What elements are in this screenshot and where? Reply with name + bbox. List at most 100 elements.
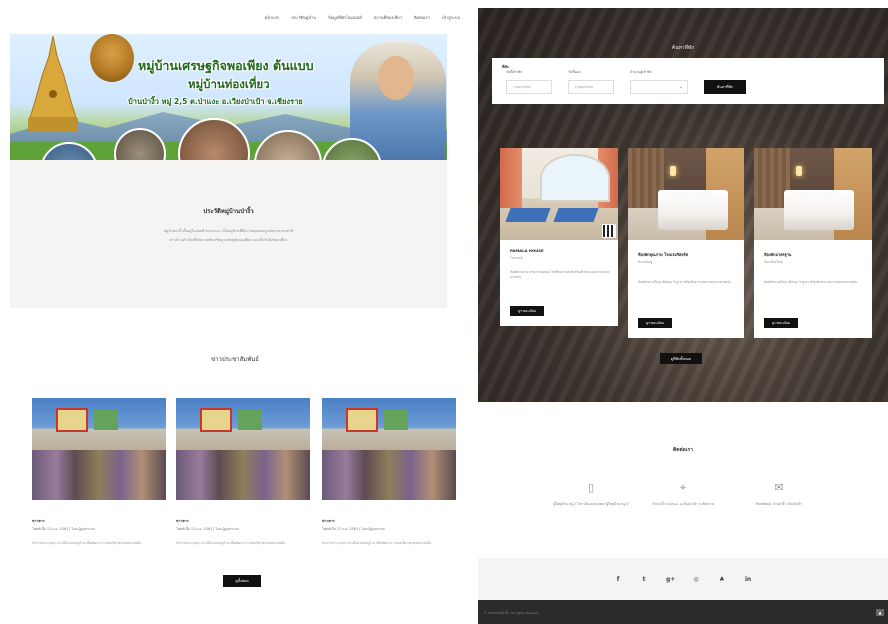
photo-board [200, 408, 232, 432]
photo-window [540, 154, 610, 202]
more-rooms-button[interactable]: ดูที่พักทั้งหมด [660, 353, 702, 364]
twitter-icon[interactable]: t [640, 576, 648, 583]
photo-curtain [500, 148, 522, 208]
room-search-form: ที่พัก วันที่เข้าพัก วว/ดด/ปปปป วันที่ออ… [492, 58, 884, 104]
news-photo[interactable] [176, 398, 310, 500]
room-detail-button[interactable]: ดูรายละเอียด [638, 318, 672, 328]
nav-item-login[interactable]: เข้าสู่ระบบ [442, 14, 460, 21]
room-description: ห้องพักขนาดใหญ่ เตียงนุ่ม วิวภูเขา พร้อม… [638, 280, 732, 284]
room-name: ห้องพักคุณภาพ โรงแรมรีสอร์ท [638, 252, 689, 257]
rooms-hero: ค้นหาที่พัก ที่พัก วันที่เข้าพัก วว/ดด/ป… [478, 8, 888, 402]
contact-text: บ้านป่างิ้ว ต.ป่าแงะ อ.เวียงป่าเป้า จ.เช… [652, 502, 714, 506]
room-photo[interactable] [754, 148, 872, 240]
news-excerpt: กิจกรรมประชุมประจำเดือนของหมู่บ้าน เพื่อ… [322, 541, 432, 545]
room-detail-button[interactable]: ดูรายละเอียด [510, 306, 544, 316]
room-card[interactable]: ห้องพักคุณภาพ โรงแรมรีสอร์ท ห้องเตียงคู่… [628, 148, 744, 338]
banner-title-line1: หมู่บ้านเศรษฐกิจพอเพียง ต้นแบบ [138, 58, 314, 73]
location-icon: ⌖ [679, 481, 687, 494]
photo-pillow [668, 192, 688, 200]
news-meta: โพสต์เมื่อ 12 ก.ย. 2561 | โดย ผู้ดูแลระบ… [32, 527, 95, 531]
contact-section: ติดต่อเรา ▯ ผู้ใหญ่บ้าน หมู่ 2 โทร 08x-x… [478, 402, 888, 558]
portrait-face [378, 56, 414, 100]
instagram-icon[interactable]: ◎ [692, 576, 700, 583]
contact-title: ติดต่อเรา [673, 447, 693, 453]
news-photo[interactable] [322, 398, 456, 500]
chevron-down-icon: ⌄ [678, 84, 683, 90]
room-type: ห้องเตียงคู่ [638, 260, 653, 264]
photo-crowd [322, 450, 456, 500]
search-heading: ค้นหาที่พัก [671, 45, 695, 51]
history-text: ชาวบ้านดำเนินชีวิตตามหลักปรัชญาเศรษฐกิจพ… [169, 238, 288, 242]
photo-crowd [176, 450, 310, 500]
tripadvisor-icon[interactable]: ♣ [718, 576, 726, 583]
photo-board [94, 410, 118, 430]
search-button[interactable]: ค้นหาที่พัก [704, 80, 746, 94]
room-photo[interactable] [628, 148, 744, 240]
google-plus-icon[interactable]: g+ [666, 576, 675, 583]
news-meta: โพสต์เมื่อ 12 ก.ย. 2561 | โดย ผู้ดูแลระบ… [176, 527, 239, 531]
back-to-top-icon[interactable]: ▲ [876, 609, 884, 616]
photo-board [56, 408, 88, 432]
news-category: ข่าวสาร [176, 519, 189, 523]
news-more-button[interactable]: ดูทั้งหมด [223, 575, 261, 587]
banner-title-line3: บ้านป่างิ้ว หมู่ 2,5 ต.ป่าแงะ อ.เวียงป่า… [128, 97, 303, 106]
hero-banner: หมู่บ้านเศรษฐกิจพอเพียง ต้นแบบ หมู่บ้านท… [10, 34, 447, 160]
news-excerpt: กิจกรรมประชุมประจำเดือนของหมู่บ้าน เพื่อ… [32, 541, 142, 545]
news-card[interactable]: ข่าวสาร โพสต์เมื่อ 12 ก.ย. 2561 | โดย ผู… [32, 398, 168, 546]
copyright-text: © 2018 บ้านป่างิ้ว. All rights reserved. [484, 611, 540, 615]
news-category: ข่าวสาร [32, 519, 45, 523]
news-card[interactable]: ข่าวสาร โพสต์เมื่อ 12 ก.ย. 2561 | โดย ผู… [322, 398, 458, 546]
photo-board [346, 408, 378, 432]
contact-text: Facebook: บ้านป่างิ้ว เวียงป่าเป้า [755, 502, 803, 506]
news-card[interactable]: ข่าวสาร โพสต์เมื่อ 12 ก.ย. 2561 | โดย ผู… [176, 398, 312, 546]
room-detail-button[interactable]: ดูรายละเอียด [764, 318, 798, 328]
facebook-icon[interactable]: f [614, 576, 622, 583]
temple-image [28, 36, 78, 132]
news-meta: โพสต์เมื่อ 12 ก.ย. 2561 | โดย ผู้ดูแลระบ… [322, 527, 385, 531]
room-type: โฮมสเตย์ [510, 256, 523, 260]
room-type: ห้องเตียงใหญ่ [764, 260, 783, 264]
main-nav: หน้าแรก ประวัติหมู่บ้าน ข้อมูลที่พักโฮมส… [0, 0, 470, 34]
room-description: ห้องพักสะอาด บรรยากาศอบอุ่น ใกล้ชิดธรรมช… [510, 270, 611, 279]
history-text: หมู่บ้านป่างิ้วตั้งอยู่ในเขตตำบลป่าแงะ เ… [163, 229, 294, 233]
news-section-title: ข่าวประชาสัมพันธ์ [211, 356, 259, 363]
guests-select[interactable]: ⌄ [630, 80, 688, 94]
photo-mattress [505, 208, 551, 222]
history-section: ประวัติหมู่บ้านป่างิ้ว หมู่บ้านป่างิ้วตั… [10, 160, 447, 308]
checkin-label: วันที่เข้าพัก [506, 70, 523, 74]
checkout-input[interactable]: วว/ดด/ปปปป [568, 80, 614, 94]
buddha-image [90, 34, 134, 82]
qr-code-icon [602, 224, 616, 238]
photo-pillow [794, 192, 814, 200]
lamp-icon [670, 166, 676, 176]
news-photo[interactable] [32, 398, 166, 500]
nav-item-home[interactable]: หน้าแรก [265, 14, 280, 21]
guests-label: จำนวนผู้เข้าพัก [630, 70, 653, 74]
history-title: ประวัติหมู่บ้านป่างิ้ว [203, 208, 254, 215]
nav-item-homestay[interactable]: ข้อมูลที่พักโฮมสเตย์ [328, 14, 362, 21]
home-page-screenshot: หน้าแรก ประวัติหมู่บ้าน ข้อมูลที่พักโฮมส… [0, 0, 470, 624]
room-name: PAMALA HOUSE [510, 248, 544, 253]
news-excerpt: กิจกรรมประชุมประจำเดือนของหมู่บ้าน เพื่อ… [176, 541, 286, 545]
nav-item-contact[interactable]: ติดต่อเรา [414, 14, 430, 21]
checkout-label: วันที่ออก [568, 70, 581, 74]
linkedin-icon[interactable]: in [744, 576, 752, 583]
checkin-input[interactable]: วว/ดด/ปปปป [506, 80, 552, 94]
site-footer: © 2018 บ้านป่างิ้ว. All rights reserved.… [478, 600, 888, 624]
photo-mattress [553, 208, 599, 222]
room-card[interactable]: ห้องพักมาตรฐาน ห้องเตียงใหญ่ ห้องพักขนาด… [754, 148, 872, 338]
contact-item-mail: ✉ Facebook: บ้านป่างิ้ว เวียงป่าเป้า [724, 480, 834, 507]
news-category: ข่าวสาร [322, 519, 335, 523]
room-name: ห้องพักมาตรฐาน [764, 252, 792, 257]
banner-title-line2: หมู่บ้านท่องเที่ยว [188, 77, 270, 91]
room-description: ห้องพักขนาดใหญ่ เตียงนุ่ม วิวภูเขา พร้อม… [764, 280, 858, 284]
social-bar: f t g+ ◎ ♣ in [478, 558, 888, 600]
nav-item-attractions[interactable]: สถานที่ท่องเที่ยว [374, 14, 402, 21]
room-card[interactable]: PAMALA HOUSE โฮมสเตย์ ห้องพักสะอาด บรรยา… [500, 148, 618, 326]
room-photo[interactable] [500, 148, 618, 240]
contact-item-location: ⌖ บ้านป่างิ้ว ต.ป่าแงะ อ.เวียงป่าเป้า จ.… [628, 480, 738, 507]
nav-item-history[interactable]: ประวัติหมู่บ้าน [291, 14, 315, 21]
photo-board [384, 410, 408, 430]
photo-board [238, 410, 262, 430]
photo-crowd [32, 450, 166, 500]
